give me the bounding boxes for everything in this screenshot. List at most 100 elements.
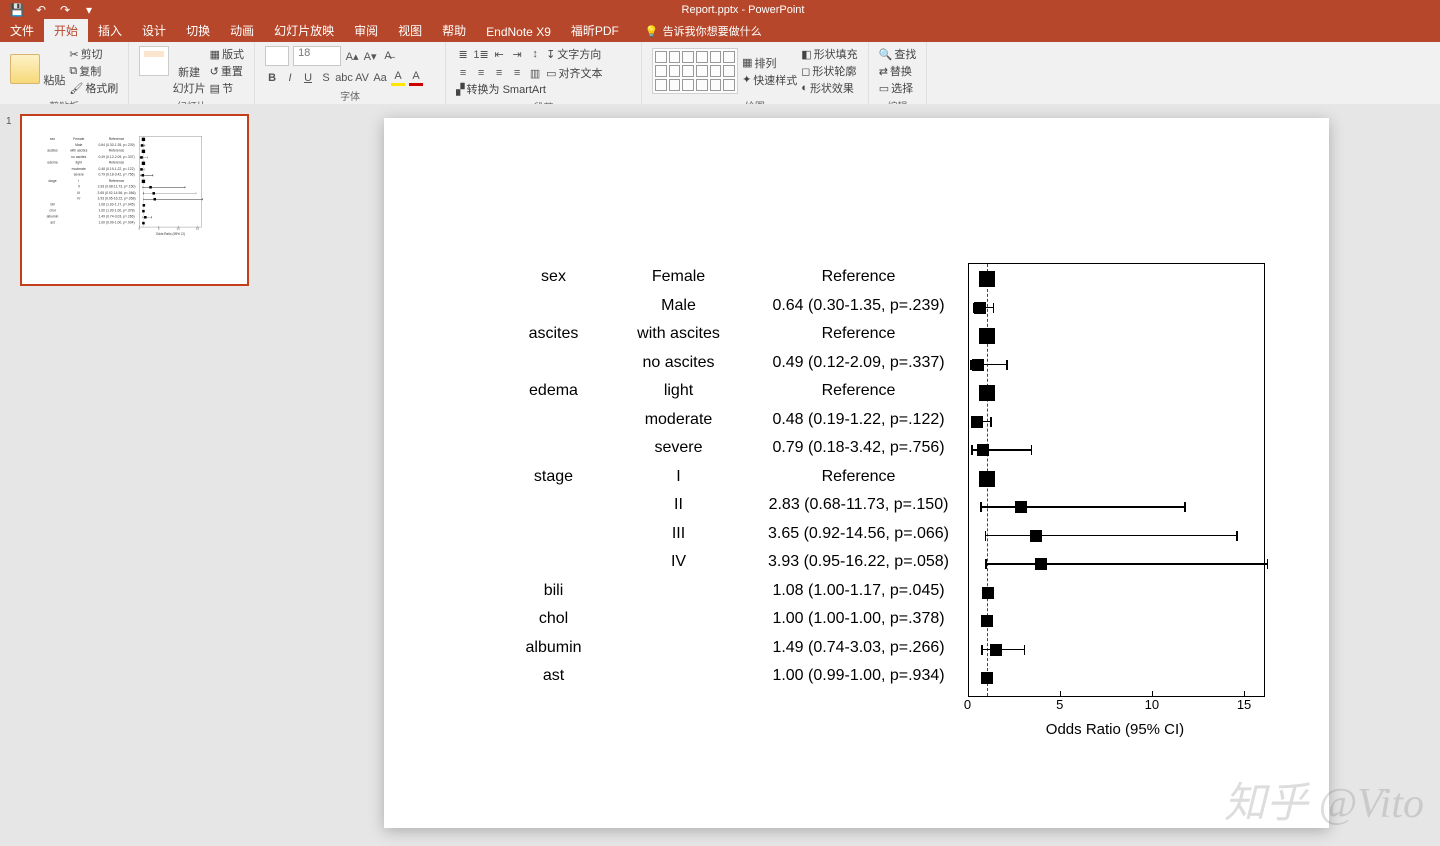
- columns-button[interactable]: ▥: [528, 66, 542, 80]
- forest-stat: 0.48 (0.19-1.22, p=.122): [95, 167, 139, 171]
- select-button[interactable]: ▭ 选择: [879, 80, 917, 96]
- forest-level: severe: [63, 173, 95, 177]
- forest-var: bili: [42, 203, 63, 207]
- reset-button[interactable]: ↺ 重置: [210, 63, 244, 79]
- scissors-icon: ✂: [69, 48, 78, 61]
- tab-design[interactable]: 设计: [132, 19, 176, 42]
- tab-help[interactable]: 帮助: [432, 19, 476, 42]
- spacing-button[interactable]: AV: [355, 71, 369, 85]
- document-title: Report.pptx - PowerPoint: [106, 4, 1380, 16]
- ribbon: 粘贴 ✂剪切 ⧉复制 🖌格式刷 剪贴板 新建 幻灯片 ▦ 版式 ↺ 重置 ▤ 节…: [0, 42, 1440, 105]
- slide-editor[interactable]: sex Female Reference Male 0.64 (0.30-1.3…: [272, 104, 1440, 846]
- thumb-number: 1: [6, 114, 16, 127]
- lightbulb-icon: 💡: [645, 25, 659, 38]
- forest-row: edema light Reference: [504, 377, 964, 406]
- smartart-button[interactable]: ▞ 转换为 SmartArt: [456, 81, 546, 97]
- group-editing: 🔍 查找 ⇄ 替换 ▭ 选择 编辑: [869, 42, 928, 104]
- forest-var: edema: [504, 382, 604, 400]
- shadow-button[interactable]: abc: [337, 71, 351, 85]
- bold-button[interactable]: B: [265, 71, 279, 85]
- italic-button[interactable]: I: [283, 71, 297, 85]
- forest-var: albumin: [42, 215, 63, 219]
- shape-effects-button[interactable]: ◐ 形状效果: [801, 80, 857, 96]
- font-color-button[interactable]: A: [409, 69, 423, 86]
- tab-endnote[interactable]: EndNote X9: [476, 22, 561, 42]
- decrease-font-icon[interactable]: A▾: [363, 49, 377, 63]
- linespacing-button[interactable]: ↕: [528, 47, 542, 61]
- forest-var: albumin: [504, 639, 604, 657]
- increase-font-icon[interactable]: A▴: [345, 49, 359, 63]
- tab-file[interactable]: 文件: [0, 19, 44, 42]
- group-clipboard: 粘贴 ✂剪切 ⧉复制 🖌格式刷 剪贴板: [0, 42, 129, 104]
- indent-dec-button[interactable]: ⇤: [492, 47, 506, 61]
- forest-row: bili 1.08 (1.00-1.17, p=.045): [504, 577, 964, 606]
- tab-insert[interactable]: 插入: [88, 19, 132, 42]
- new-slide-button[interactable]: 新建 幻灯片: [173, 64, 206, 96]
- clear-format-icon[interactable]: A̶: [381, 49, 395, 63]
- indent-inc-button[interactable]: ⇥: [510, 47, 524, 61]
- forest-row: severe 0.79 (0.18-3.42, p=.756): [504, 434, 964, 463]
- x-axis-label: Odds Ratio (95% CI): [968, 721, 1263, 738]
- forest-row: sex Female Reference: [504, 263, 964, 292]
- format-painter-button[interactable]: 🖌格式刷: [69, 80, 118, 96]
- forest-plot-box: [968, 263, 1265, 697]
- slide-canvas[interactable]: sex Female Reference Male 0.64 (0.30-1.3…: [384, 118, 1329, 828]
- tab-slideshow[interactable]: 幻灯片放映: [264, 19, 344, 42]
- redo-icon[interactable]: ↷: [58, 3, 72, 17]
- tab-foxit[interactable]: 福昕PDF: [561, 19, 629, 42]
- numbering-button[interactable]: 1≣: [474, 47, 488, 61]
- shapes-gallery[interactable]: [652, 48, 738, 94]
- x-axis-label: Odds Ratio (95% CI): [139, 232, 201, 236]
- case-button[interactable]: Aa: [373, 71, 387, 85]
- replace-button[interactable]: ⇄ 替换: [879, 63, 917, 79]
- layout-button[interactable]: ▦ 版式: [210, 46, 244, 62]
- underline-button[interactable]: U: [301, 71, 315, 85]
- forest-var: chol: [504, 610, 604, 628]
- section-button[interactable]: ▤ 节: [210, 80, 244, 96]
- forest-var: bili: [504, 582, 604, 600]
- forest-stat: 0.49 (0.12-2.09, p=.337): [95, 155, 139, 159]
- new-slide-icon[interactable]: [139, 46, 169, 76]
- forest-stat: 3.65 (0.92-14.56, p=.066): [95, 191, 139, 195]
- slide-thumbnail-1[interactable]: sex Female Reference Male 0.64 (0.30-1.3…: [20, 114, 249, 286]
- font-size-select[interactable]: 18: [293, 46, 341, 66]
- align-left-button[interactable]: ≡: [456, 66, 470, 80]
- forest-stat: 0.64 (0.30-1.35, p=.239): [754, 297, 964, 315]
- tab-home[interactable]: 开始: [44, 19, 88, 42]
- quickstyle-button[interactable]: ✦ 快速样式: [742, 72, 797, 88]
- cut-button[interactable]: ✂剪切: [69, 46, 118, 62]
- paste-button[interactable]: 粘贴: [43, 72, 65, 88]
- forest-stat: 0.64 (0.30-1.35, p=.239): [95, 143, 139, 147]
- font-family-select[interactable]: [265, 46, 289, 66]
- forest-var: sex: [42, 137, 63, 141]
- tab-view[interactable]: 视图: [388, 19, 432, 42]
- arrange-button[interactable]: ▦ 排列: [742, 55, 797, 71]
- forest-var: ascites: [42, 149, 63, 153]
- strike-button[interactable]: S: [319, 71, 333, 85]
- font-highlight-button[interactable]: A: [391, 69, 405, 86]
- shape-outline-button[interactable]: ◻ 形状轮廓: [801, 63, 857, 79]
- tab-transitions[interactable]: 切换: [176, 19, 220, 42]
- forest-row: II 2.83 (0.68-11.73, p=.150): [504, 491, 964, 520]
- tab-animations[interactable]: 动画: [220, 19, 264, 42]
- save-icon[interactable]: 💾: [10, 3, 24, 17]
- tab-review[interactable]: 审阅: [344, 19, 388, 42]
- paste-icon[interactable]: [10, 54, 40, 84]
- qat-more-icon[interactable]: ▾: [82, 3, 96, 17]
- workspace: 1 sex Female Reference Male 0.64 (0.30-1…: [0, 104, 1440, 846]
- group-drawing: ▦ 排列 ✦ 快速样式 ◧ 形状填充 ◻ 形状轮廓 ◐ 形状效果 绘图: [642, 42, 869, 104]
- slide-thumbnails-pane[interactable]: 1 sex Female Reference Male 0.64 (0.30-1…: [0, 104, 272, 846]
- shape-fill-button[interactable]: ◧ 形状填充: [801, 46, 857, 62]
- align-center-button[interactable]: ≡: [474, 66, 488, 80]
- tell-me[interactable]: 💡 告诉我你想要做什么: [637, 20, 770, 42]
- copy-button[interactable]: ⧉复制: [69, 63, 118, 79]
- find-button[interactable]: 🔍 查找: [879, 46, 917, 62]
- undo-icon[interactable]: ↶: [34, 3, 48, 17]
- forest-level: I: [63, 179, 95, 183]
- align-text-button[interactable]: ▭ 对齐文本: [546, 65, 602, 81]
- forest-var: ast: [504, 667, 604, 685]
- bullets-button[interactable]: ≣: [456, 47, 470, 61]
- text-direction-button[interactable]: ↧ 文字方向: [546, 46, 601, 62]
- justify-button[interactable]: ≡: [510, 66, 524, 80]
- align-right-button[interactable]: ≡: [492, 66, 506, 80]
